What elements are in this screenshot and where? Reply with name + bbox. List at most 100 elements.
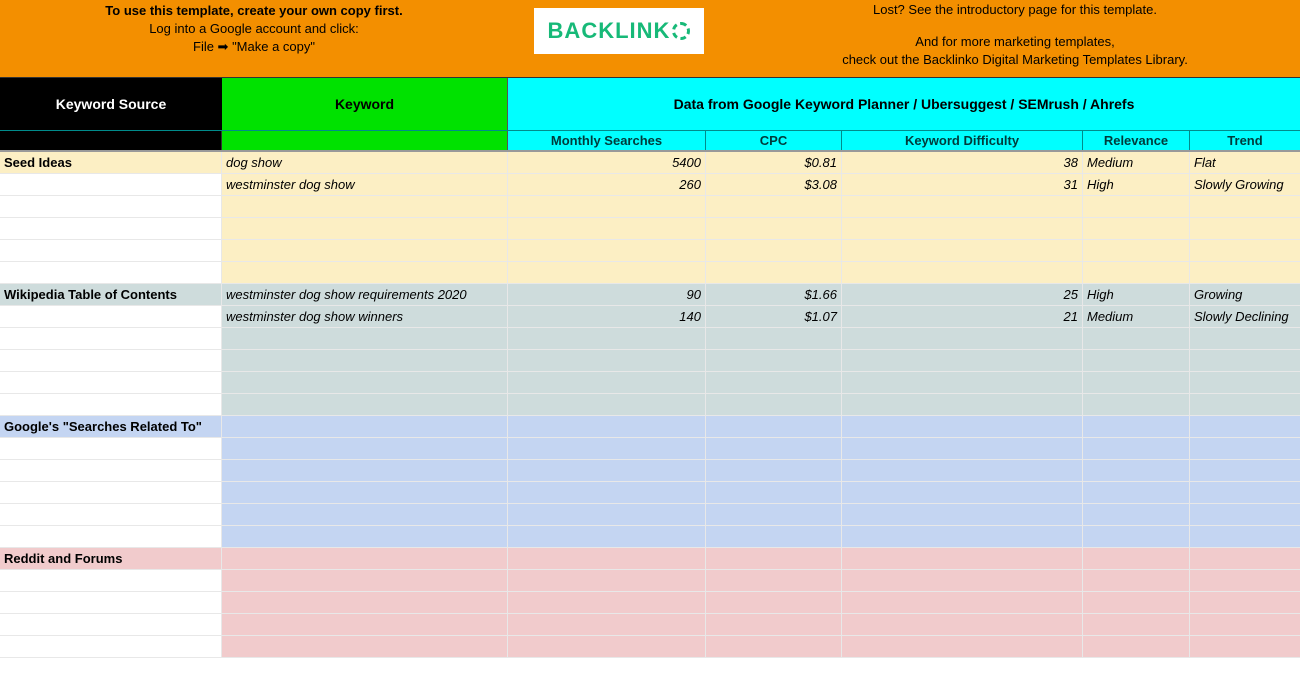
monthly-searches-cell[interactable] <box>508 328 706 349</box>
relevance-cell[interactable] <box>1083 504 1190 525</box>
cpc-cell[interactable] <box>706 196 842 217</box>
keyword-cell[interactable]: westminster dog show winners <box>222 306 508 327</box>
keyword-cell[interactable] <box>222 592 508 613</box>
keyword-cell[interactable]: westminster dog show requirements 2020 <box>222 284 508 305</box>
keyword-cell[interactable] <box>222 504 508 525</box>
relevance-cell[interactable] <box>1083 240 1190 261</box>
keyword-difficulty-cell[interactable] <box>842 636 1083 657</box>
keyword-difficulty-cell[interactable] <box>842 328 1083 349</box>
trend-cell[interactable] <box>1190 460 1300 481</box>
keyword-cell[interactable] <box>222 328 508 349</box>
monthly-searches-cell[interactable]: 90 <box>508 284 706 305</box>
source-cell[interactable]: Wikipedia Table of Contents <box>0 284 222 305</box>
keyword-cell[interactable] <box>222 526 508 547</box>
source-cell[interactable] <box>0 218 222 239</box>
trend-cell[interactable] <box>1190 262 1300 283</box>
trend-cell[interactable] <box>1190 526 1300 547</box>
source-cell[interactable] <box>0 636 222 657</box>
cpc-cell[interactable] <box>706 262 842 283</box>
keyword-difficulty-cell[interactable] <box>842 350 1083 371</box>
cpc-cell[interactable]: $0.81 <box>706 152 842 173</box>
relevance-cell[interactable] <box>1083 416 1190 437</box>
monthly-searches-cell[interactable] <box>508 196 706 217</box>
monthly-searches-cell[interactable] <box>508 262 706 283</box>
relevance-cell[interactable] <box>1083 372 1190 393</box>
keyword-difficulty-cell[interactable] <box>842 460 1083 481</box>
trend-cell[interactable]: Slowly Growing <box>1190 174 1300 195</box>
relevance-cell[interactable] <box>1083 548 1190 569</box>
keyword-cell[interactable] <box>222 636 508 657</box>
source-cell[interactable] <box>0 174 222 195</box>
monthly-searches-cell[interactable]: 140 <box>508 306 706 327</box>
keyword-difficulty-cell[interactable]: 31 <box>842 174 1083 195</box>
keyword-cell[interactable] <box>222 218 508 239</box>
keyword-difficulty-cell[interactable] <box>842 394 1083 415</box>
cpc-cell[interactable] <box>706 218 842 239</box>
source-cell[interactable]: Google's "Searches Related To" <box>0 416 222 437</box>
cpc-cell[interactable]: $1.07 <box>706 306 842 327</box>
relevance-cell[interactable]: Medium <box>1083 306 1190 327</box>
keyword-difficulty-cell[interactable] <box>842 570 1083 591</box>
relevance-cell[interactable] <box>1083 196 1190 217</box>
cpc-cell[interactable] <box>706 460 842 481</box>
monthly-searches-cell[interactable] <box>508 460 706 481</box>
cpc-cell[interactable] <box>706 636 842 657</box>
monthly-searches-cell[interactable] <box>508 372 706 393</box>
keyword-difficulty-cell[interactable] <box>842 526 1083 547</box>
monthly-searches-cell[interactable]: 260 <box>508 174 706 195</box>
source-cell[interactable] <box>0 438 222 459</box>
cpc-cell[interactable] <box>706 504 842 525</box>
col-header-monthly-searches[interactable]: Monthly Searches <box>508 131 706 150</box>
source-cell[interactable] <box>0 592 222 613</box>
keyword-difficulty-cell[interactable]: 21 <box>842 306 1083 327</box>
keyword-cell[interactable] <box>222 372 508 393</box>
keyword-cell[interactable] <box>222 438 508 459</box>
monthly-searches-cell[interactable]: 5400 <box>508 152 706 173</box>
col-header-cpc[interactable]: CPC <box>706 131 842 150</box>
cpc-cell[interactable] <box>706 328 842 349</box>
relevance-cell[interactable]: High <box>1083 284 1190 305</box>
relevance-cell[interactable] <box>1083 218 1190 239</box>
keyword-cell[interactable] <box>222 570 508 591</box>
cpc-cell[interactable] <box>706 526 842 547</box>
keyword-cell[interactable] <box>222 614 508 635</box>
relevance-cell[interactable] <box>1083 460 1190 481</box>
monthly-searches-cell[interactable] <box>508 438 706 459</box>
keyword-difficulty-cell[interactable] <box>842 262 1083 283</box>
keyword-cell[interactable] <box>222 196 508 217</box>
relevance-cell[interactable] <box>1083 394 1190 415</box>
trend-cell[interactable] <box>1190 240 1300 261</box>
trend-cell[interactable] <box>1190 196 1300 217</box>
source-cell[interactable] <box>0 526 222 547</box>
keyword-difficulty-cell[interactable] <box>842 240 1083 261</box>
col-header-trend[interactable]: Trend <box>1190 131 1300 150</box>
trend-cell[interactable]: Growing <box>1190 284 1300 305</box>
keyword-cell[interactable] <box>222 416 508 437</box>
keyword-difficulty-cell[interactable] <box>842 196 1083 217</box>
cpc-cell[interactable] <box>706 350 842 371</box>
cpc-cell[interactable] <box>706 482 842 503</box>
source-cell[interactable] <box>0 460 222 481</box>
monthly-searches-cell[interactable] <box>508 240 706 261</box>
relevance-cell[interactable] <box>1083 350 1190 371</box>
relevance-cell[interactable] <box>1083 438 1190 459</box>
trend-cell[interactable] <box>1190 592 1300 613</box>
monthly-searches-cell[interactable] <box>508 614 706 635</box>
monthly-searches-cell[interactable] <box>508 592 706 613</box>
trend-cell[interactable]: Flat <box>1190 152 1300 173</box>
monthly-searches-cell[interactable] <box>508 504 706 525</box>
cpc-cell[interactable] <box>706 570 842 591</box>
keyword-cell[interactable] <box>222 350 508 371</box>
keyword-cell[interactable] <box>222 460 508 481</box>
keyword-cell[interactable] <box>222 548 508 569</box>
cpc-cell[interactable] <box>706 372 842 393</box>
source-cell[interactable] <box>0 262 222 283</box>
relevance-cell[interactable] <box>1083 262 1190 283</box>
relevance-cell[interactable]: Medium <box>1083 152 1190 173</box>
keyword-difficulty-cell[interactable] <box>842 504 1083 525</box>
trend-cell[interactable] <box>1190 218 1300 239</box>
keyword-difficulty-cell[interactable] <box>842 548 1083 569</box>
source-cell[interactable] <box>0 328 222 349</box>
source-cell[interactable] <box>0 196 222 217</box>
source-cell[interactable] <box>0 482 222 503</box>
